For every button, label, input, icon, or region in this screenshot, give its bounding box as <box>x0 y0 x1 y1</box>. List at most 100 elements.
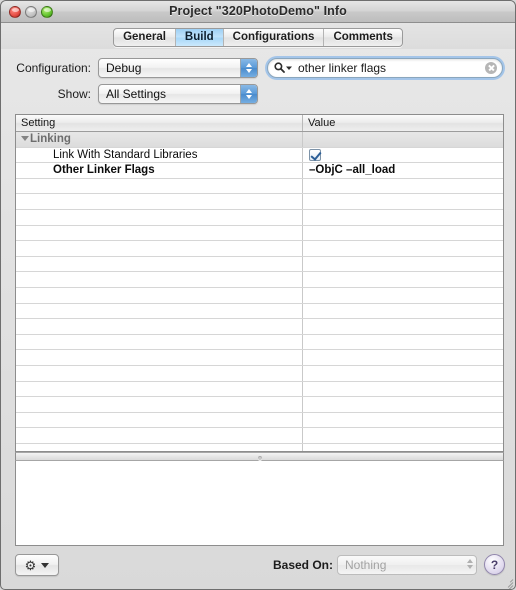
setting-value-cell <box>303 350 503 365</box>
project-info-window: Project "320PhotoDemo" Info General Buil… <box>0 0 516 590</box>
setting-name-cell <box>16 350 303 365</box>
setting-value-cell <box>303 304 503 319</box>
table-row[interactable] <box>16 225 503 242</box>
checkbox-checked-icon[interactable] <box>309 148 321 161</box>
setting-value-cell <box>303 272 503 287</box>
magnifier-icon[interactable] <box>274 62 292 73</box>
table-body: Linking Link With Standard Libraries Oth… <box>16 132 503 451</box>
table-row[interactable] <box>16 287 503 304</box>
setting-value-cell <box>303 241 503 256</box>
chevron-updown-icon <box>467 559 473 569</box>
setting-value-cell <box>303 428 503 443</box>
help-button[interactable]: ? <box>484 554 505 575</box>
configuration-row: Configuration: Debug other linker flags <box>13 57 503 78</box>
pane-splitter[interactable] <box>15 452 504 461</box>
based-on-label: Based On: <box>272 558 333 572</box>
tab-general[interactable]: General <box>114 28 176 46</box>
triangle-down-icon[interactable] <box>21 136 29 141</box>
group-label-cell: Linking <box>16 132 303 147</box>
action-gear-button[interactable]: ⚙ <box>15 554 59 576</box>
show-popup-value: All Settings <box>106 86 167 101</box>
based-on-popup[interactable]: Nothing <box>337 555 477 575</box>
show-popup[interactable]: All Settings <box>98 83 258 104</box>
table-row[interactable] <box>16 443 503 451</box>
setting-value-cell <box>303 382 503 397</box>
setting-value-cell <box>303 179 503 194</box>
table-row[interactable] <box>16 241 503 257</box>
setting-name-cell <box>16 256 303 272</box>
table-row[interactable] <box>16 334 503 351</box>
group-value-cell <box>303 132 503 147</box>
table-row[interactable] <box>16 272 503 288</box>
column-header-setting[interactable]: Setting <box>16 115 303 131</box>
table-row[interactable] <box>16 303 503 320</box>
table-row[interactable]: Other Linker Flags –ObjC –all_load <box>16 163 503 179</box>
configuration-popup-value: Debug <box>106 60 142 75</box>
show-row: Show: All Settings <box>13 83 503 104</box>
configuration-popup[interactable]: Debug <box>98 57 258 78</box>
setting-name-cell <box>16 319 303 334</box>
table-row[interactable]: Link With Standard Libraries <box>16 147 503 164</box>
chevron-down-icon <box>41 562 50 568</box>
based-on-value: Nothing <box>345 558 387 572</box>
table-header: Setting Value <box>16 115 503 132</box>
table-row[interactable] <box>16 194 503 210</box>
setting-name-cell: Other Linker Flags <box>16 163 303 178</box>
search-input[interactable]: other linker flags <box>267 57 503 78</box>
splitter-dimple-icon <box>257 455 262 460</box>
setting-name-cell <box>16 178 303 194</box>
setting-name-cell <box>16 412 303 428</box>
table-row[interactable] <box>16 256 503 273</box>
table-row[interactable] <box>16 350 503 366</box>
setting-name-cell <box>16 287 303 303</box>
setting-value-cell <box>303 194 503 209</box>
setting-value-cell <box>303 366 503 381</box>
gear-icon: ⚙ <box>24 557 37 573</box>
table-row[interactable] <box>16 428 503 444</box>
table-row[interactable] <box>16 209 503 226</box>
tab-configurations[interactable]: Configurations <box>224 28 325 46</box>
table-row[interactable] <box>16 397 503 413</box>
table-row[interactable] <box>16 365 503 382</box>
setting-value-cell[interactable]: –ObjC –all_load <box>303 163 503 178</box>
setting-value-cell <box>303 257 503 272</box>
resize-grip-icon[interactable] <box>501 575 514 589</box>
setting-name-cell <box>16 209 303 225</box>
column-header-value[interactable]: Value <box>303 115 503 131</box>
show-label: Show: <box>57 86 91 101</box>
setting-name-cell <box>16 241 303 256</box>
table-row[interactable] <box>16 319 503 335</box>
tab-build[interactable]: Build <box>175 28 224 46</box>
search-value: other linker flags <box>298 60 387 75</box>
setting-value-cell <box>303 335 503 350</box>
build-settings-controls: Configuration: Debug other linker flags … <box>1 49 515 113</box>
chevron-updown-icon <box>240 84 257 103</box>
setting-name-cell <box>16 272 303 287</box>
build-settings-table: Setting Value Linking Link With Standard… <box>15 114 504 452</box>
table-row[interactable] <box>16 178 503 195</box>
setting-name-cell <box>16 303 303 319</box>
group-label: Linking <box>30 133 71 145</box>
chevron-down-icon <box>286 66 292 70</box>
table-row-group-linking[interactable]: Linking <box>16 132 503 148</box>
search-field-wrap: other linker flags <box>267 57 503 78</box>
tab-comments[interactable]: Comments <box>324 29 401 46</box>
setting-name-cell <box>16 365 303 381</box>
setting-name-cell <box>16 194 303 209</box>
setting-value-cell <box>303 210 503 225</box>
setting-name-cell <box>16 397 303 412</box>
setting-value-cell[interactable] <box>303 148 503 163</box>
tab-bar: General Build Configurations Comments <box>1 23 515 49</box>
setting-name-cell <box>16 334 303 350</box>
clear-search-icon[interactable] <box>485 61 497 74</box>
table-row[interactable] <box>16 381 503 398</box>
setting-name-cell <box>16 428 303 443</box>
setting-value-cell <box>303 319 503 334</box>
table-row[interactable] <box>16 412 503 429</box>
chevron-updown-icon <box>240 58 257 77</box>
configuration-label: Configuration: <box>16 60 91 75</box>
title-bar: Project "320PhotoDemo" Info <box>1 1 515 23</box>
bottom-toolbar: ⚙ Based On: Nothing ? <box>1 546 515 589</box>
setting-value-cell <box>303 226 503 241</box>
setting-detail-pane <box>15 461 504 546</box>
